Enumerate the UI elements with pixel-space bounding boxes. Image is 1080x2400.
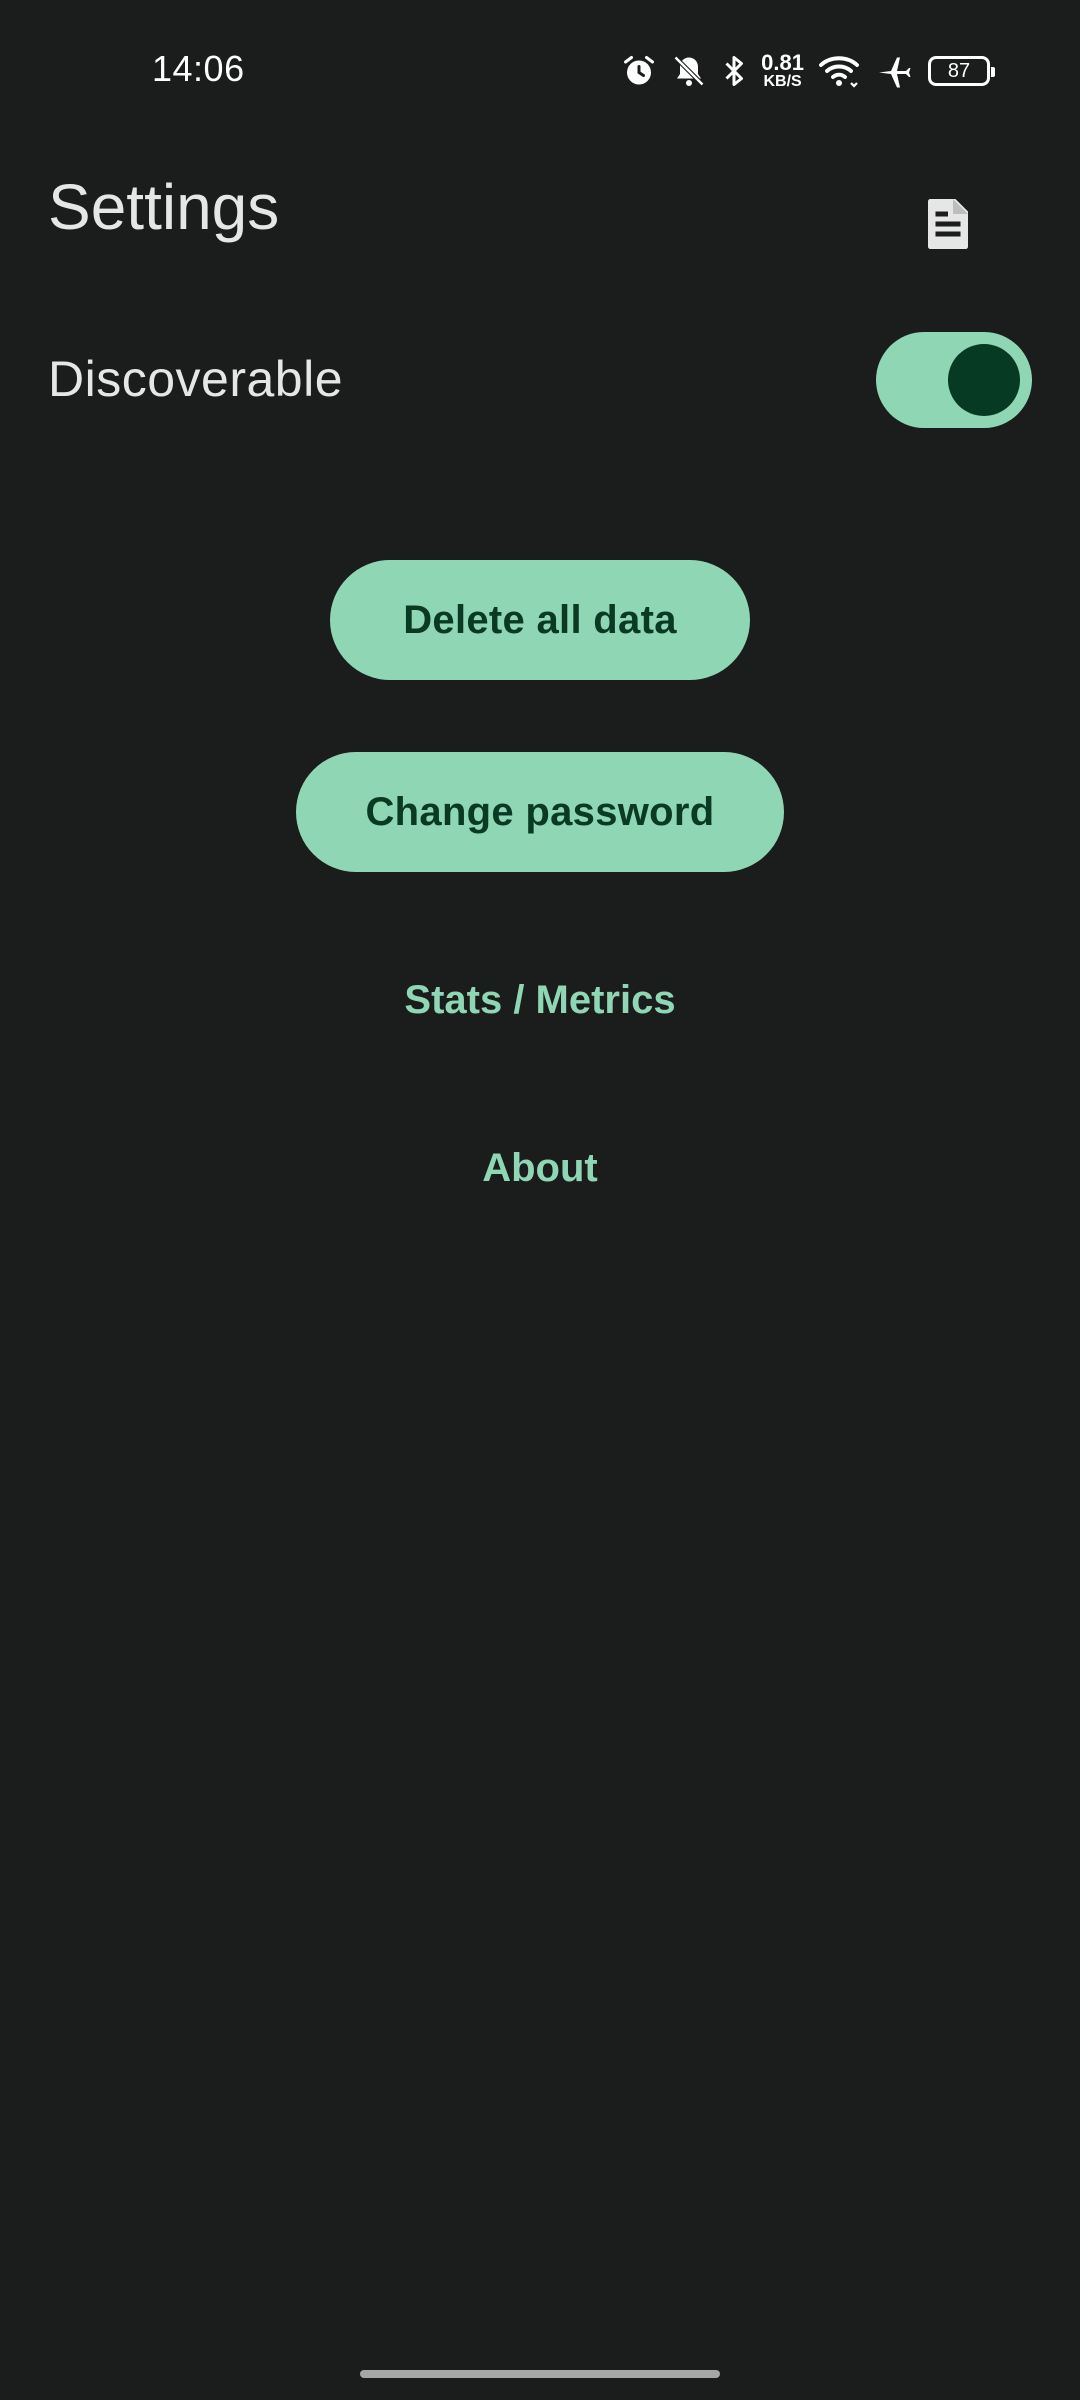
network-speed-value: 0.81 [761,50,804,75]
toggle-thumb [948,344,1020,416]
bluetooth-icon [721,53,747,89]
battery-level: 87 [947,59,971,82]
wifi-icon [818,53,860,89]
airplane-icon [874,53,914,89]
discoverable-label: Discoverable [48,351,344,407]
gesture-navigation-bar[interactable] [360,2370,720,2378]
discoverable-toggle[interactable] [876,332,1032,428]
stats-metrics-button[interactable]: Stats / Metrics [0,978,1080,1023]
about-button[interactable]: About [0,1146,1080,1191]
status-time: 14:06 [152,48,245,89]
alarm-icon [621,53,657,89]
status-bar: 14:06 0.81 KB/S 87 [0,0,1080,140]
network-speed-unit: KB/S [763,73,802,90]
delete-all-data-button[interactable]: Delete all data [330,560,750,680]
page-title: Settings [48,171,280,243]
network-speed: 0.81 KB/S [761,52,804,90]
document-icon [918,194,978,259]
change-password-button[interactable]: Change password [296,752,784,872]
status-icons: 0.81 KB/S 87 [621,48,995,94]
discoverable-setting-row: Discoverable [0,320,1080,440]
document-button[interactable] [908,186,988,266]
battery-icon: 87 [928,56,995,86]
bell-muted-icon [671,53,707,89]
